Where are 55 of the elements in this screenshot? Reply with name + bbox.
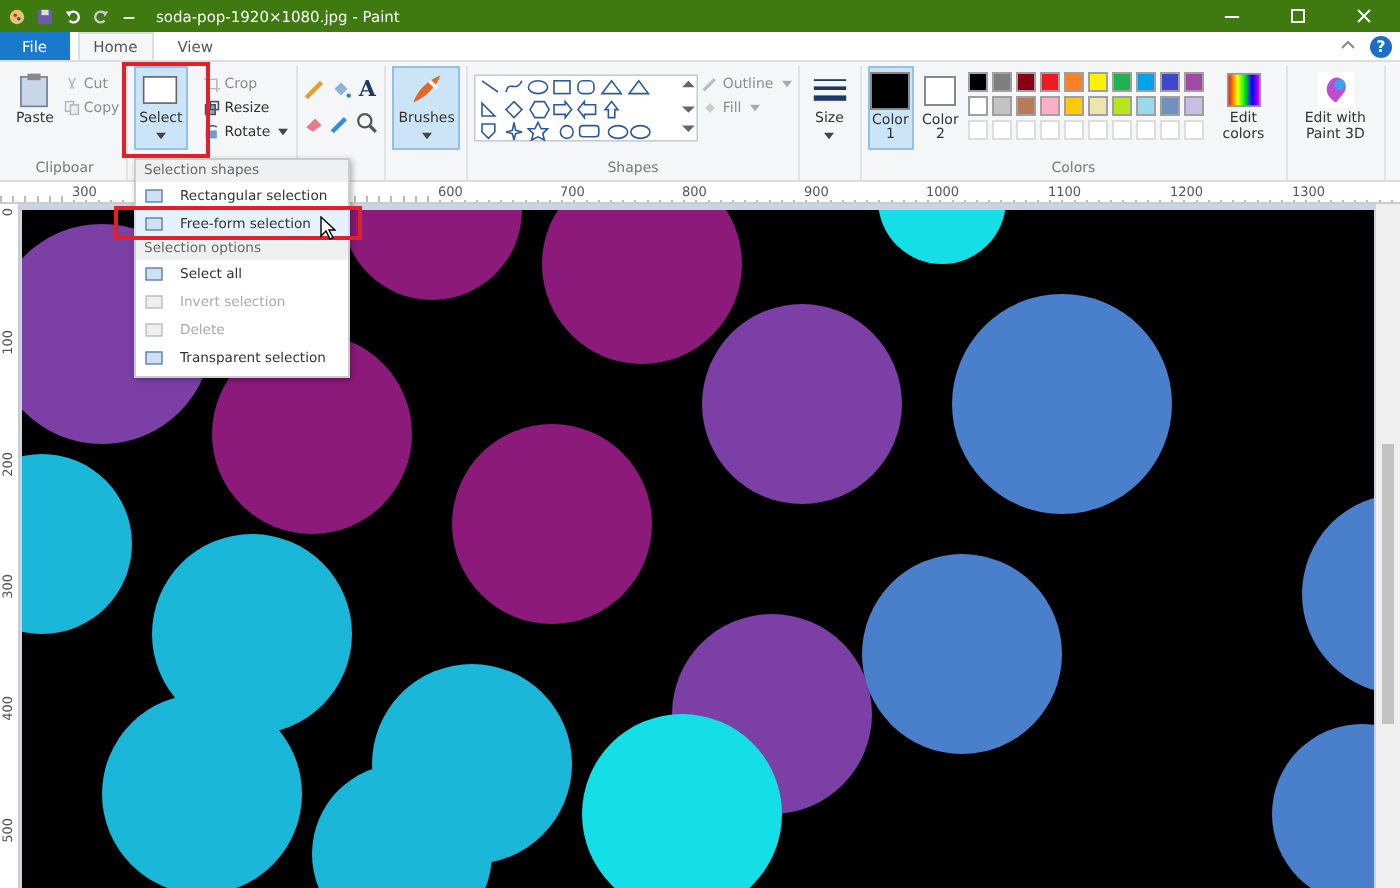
redo-icon[interactable] — [92, 7, 110, 25]
rectangle-icon — [142, 72, 179, 108]
palette-color[interactable] — [1039, 96, 1060, 116]
palette-color[interactable] — [1039, 72, 1060, 92]
crop-icon — [204, 75, 221, 91]
palette-color[interactable] — [991, 96, 1012, 116]
rotate-icon — [204, 123, 221, 139]
palette-color[interactable] — [967, 96, 988, 116]
palette-color[interactable] — [1087, 72, 1108, 92]
resize-icon — [204, 99, 221, 115]
palette-color[interactable] — [1183, 72, 1204, 92]
palette-color[interactable] — [1111, 96, 1132, 116]
scrollbar[interactable] — [1376, 204, 1400, 888]
palette-color[interactable] — [967, 72, 988, 92]
palette-color[interactable] — [1135, 96, 1156, 116]
color-swatch — [870, 72, 911, 110]
color-swatch — [924, 76, 957, 106]
text-tool-icon[interactable]: A — [356, 78, 379, 100]
palette-color[interactable] — [1015, 96, 1036, 116]
pen-icon — [702, 75, 719, 91]
color-picker-icon[interactable] — [330, 112, 353, 134]
palette-color[interactable] — [1183, 96, 1204, 116]
palette-color[interactable] — [991, 72, 1012, 92]
scissors-icon — [63, 75, 80, 91]
palette-color[interactable] — [1135, 72, 1156, 92]
help-button[interactable]: ? — [1370, 35, 1392, 57]
brush-icon — [408, 72, 445, 108]
close-icon[interactable] — [1352, 4, 1376, 28]
palette-color[interactable] — [1063, 72, 1084, 92]
magnifier-icon[interactable] — [356, 112, 379, 134]
undo-icon[interactable] — [64, 7, 82, 25]
caret-icon — [421, 131, 432, 140]
highlight-frame — [122, 62, 210, 158]
fill-bucket-icon — [702, 99, 719, 115]
pencil-icon[interactable] — [304, 78, 327, 100]
palette-color[interactable] — [1159, 72, 1180, 92]
palette-color[interactable] — [1087, 96, 1108, 116]
fill-bucket-icon[interactable] — [330, 78, 353, 100]
rainbow-gradient-icon — [1225, 72, 1262, 108]
clipboard-icon — [16, 72, 53, 108]
save-icon[interactable] — [36, 7, 54, 25]
caret-icon — [155, 131, 166, 140]
caret-icon — [824, 131, 835, 140]
caret-icon — [781, 79, 792, 87]
paint-palette-icon[interactable] — [8, 7, 26, 25]
palette-color[interactable] — [1159, 96, 1180, 116]
maximize-icon[interactable] — [1286, 4, 1310, 28]
caret-icon — [278, 127, 289, 135]
caret-icon — [749, 103, 760, 111]
cursor-icon — [320, 216, 336, 240]
copy-icon — [63, 99, 80, 115]
palette-color[interactable] — [1015, 72, 1036, 92]
paint-drop-icon — [1317, 72, 1354, 108]
palette-color[interactable] — [1063, 96, 1084, 116]
palette-color[interactable] — [1111, 72, 1132, 92]
